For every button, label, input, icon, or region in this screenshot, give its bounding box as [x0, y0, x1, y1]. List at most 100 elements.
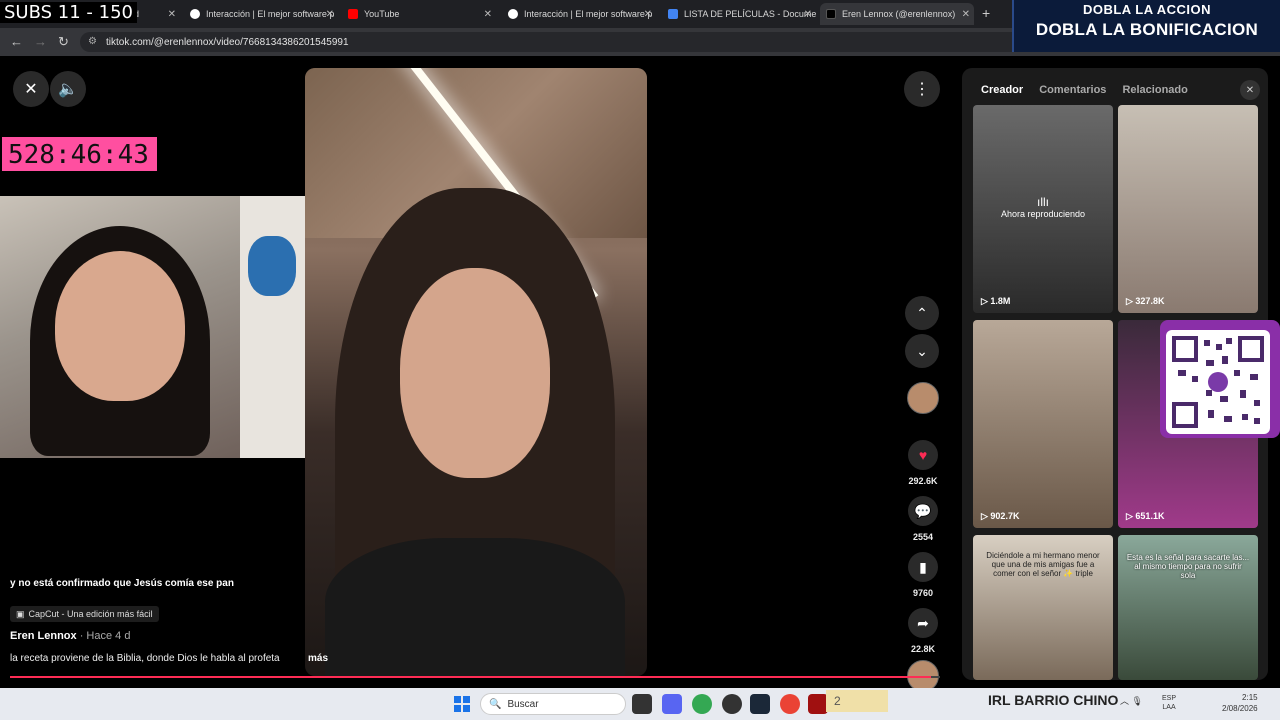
webcam-feed — [0, 196, 306, 458]
tab-lista-peliculas[interactable]: LISTA DE PELÍCULAS - Documen ✕ — [662, 3, 816, 25]
stream-banner: DOBLA LA ACCION DOBLA LA BONIFICACION — [1012, 0, 1280, 52]
video-person-shirt — [325, 538, 625, 676]
capcut-link[interactable]: ▣ CapCut - Una edición más fácil — [10, 606, 159, 622]
panel-close-button[interactable]: ✕ — [1240, 80, 1260, 100]
capcut-icon: ▣ — [16, 608, 25, 619]
new-tab-icon[interactable]: + — [982, 5, 990, 21]
creator-avatar[interactable] — [907, 382, 939, 414]
more-options-button[interactable]: ⋮ — [904, 71, 940, 107]
clock-date: 2/08/2026 — [1222, 704, 1258, 713]
tab-interaccion-2[interactable]: Interacción | El mejor software p ✕ — [502, 3, 656, 25]
tab-comentarios[interactable]: Comentarios — [1039, 84, 1106, 96]
game-icon[interactable] — [808, 694, 828, 714]
save-button[interactable]: ▮ — [908, 552, 938, 582]
heart-icon: ♥ — [918, 447, 928, 463]
comment-icon: 💬 — [914, 502, 932, 519]
tab-label: Interacción | El mejor software p — [524, 9, 653, 19]
tab-interaccion-1[interactable]: Interacción | El mejor software p ✕ — [184, 3, 338, 25]
tab-tiktok[interactable]: Eren Lennox (@erenlennox) ✕ — [820, 3, 974, 25]
stream-location-label: IRL BARRIO CHINO — [988, 692, 1119, 708]
site-info-icon[interactable]: ⚙ — [88, 36, 100, 48]
docs-icon — [668, 9, 678, 19]
tab-label: Eren Lennox (@erenlennox) — [842, 9, 956, 19]
banner-line-1: DOBLA LA ACCION — [1082, 2, 1212, 17]
thumb-views: ▷ 902.7K — [981, 511, 1019, 522]
close-icon[interactable]: ✕ — [168, 9, 176, 20]
banner-line-2: DOBLA LA BONIFICACION — [1035, 20, 1259, 39]
next-video-button[interactable]: ⌄ — [905, 334, 939, 368]
close-icon[interactable]: ✕ — [962, 9, 970, 20]
volume-button[interactable]: 🔈 — [50, 71, 86, 107]
windows-start-icon[interactable] — [454, 696, 470, 712]
bookmark-icon: ▮ — [919, 558, 927, 575]
discord-icon[interactable] — [662, 694, 682, 714]
subathon-timer: 528:46:43 — [2, 137, 157, 171]
play-icon: ▷ — [981, 296, 991, 306]
author-line[interactable]: Eren Lennox · Hace 4 d — [10, 630, 130, 642]
video-progress-bar[interactable] — [10, 676, 940, 678]
video-person-face — [400, 268, 550, 478]
video-caption: y no está confirmado que Jesús comía ese… — [10, 578, 310, 589]
taskbar-search[interactable]: 🔍 Buscar — [480, 693, 626, 715]
thumb-views: ▷ 651.1K — [1126, 511, 1164, 522]
share-button[interactable]: ➦ — [908, 608, 938, 638]
task-view-icon[interactable] — [632, 694, 652, 714]
close-player-button[interactable]: ✕ — [13, 71, 49, 107]
thumb-views: ▷ 1.8M — [981, 296, 1010, 307]
comment-button[interactable]: 💬 — [908, 496, 938, 526]
like-button[interactable]: ♥ — [908, 440, 938, 470]
save-count: 9760 — [912, 588, 934, 598]
action-rail: ♥ 292.6K 💬 2554 ▮ 9760 ➦ 22.8K — [900, 382, 946, 692]
reload-icon[interactable]: ↻ — [58, 34, 69, 50]
now-playing-text: Ahora reproduciendo — [1000, 209, 1086, 219]
progress-fill — [10, 676, 931, 678]
close-icon[interactable]: ✕ — [484, 9, 492, 20]
close-icon[interactable]: ✕ — [326, 9, 334, 20]
chrome-profile-icon[interactable] — [780, 694, 800, 714]
system-clock[interactable]: 2:15 2/08/2026 — [1222, 692, 1258, 714]
more-vertical-icon: ⋮ — [914, 81, 930, 98]
obs-icon[interactable] — [722, 694, 742, 714]
share-count: 22.8K — [910, 644, 936, 654]
notification-badge: 2 — [826, 690, 888, 712]
more-link[interactable]: más — [308, 653, 328, 664]
steam-icon[interactable] — [750, 694, 770, 714]
close-icon[interactable]: ✕ — [644, 9, 652, 20]
posted-time: · Hace 4 d — [79, 630, 131, 642]
youtube-icon — [348, 9, 358, 19]
thumb-2[interactable]: ▷ 327.8K — [1118, 105, 1258, 313]
views-count: 902.7K — [990, 511, 1020, 521]
equalizer-icon: ıllı — [1037, 195, 1049, 209]
previous-video-button[interactable]: ⌃ — [905, 296, 939, 330]
speaker-icon: 🔈 — [58, 81, 78, 98]
clock-time: 2:15 — [1242, 693, 1258, 702]
thumb-6[interactable]: Esta es la señal para sacarte las... al … — [1118, 535, 1258, 680]
tab-relacionado[interactable]: Relacionado — [1122, 84, 1187, 96]
panel-tabs: Creador Comentarios Relacionado — [981, 84, 1188, 96]
views-count: 1.8M — [990, 296, 1011, 306]
interaccion-icon — [508, 9, 518, 19]
chrome-icon[interactable] — [692, 694, 712, 714]
language-indicator[interactable]: ESP LAA — [1162, 694, 1176, 712]
author-name: Eren Lennox — [10, 630, 77, 642]
chevron-up-icon: ⌃ — [916, 304, 928, 321]
video-description: la receta proviene de la Biblia, donde D… — [10, 653, 280, 664]
forward-icon[interactable]: → — [34, 34, 47, 49]
thumb-5[interactable]: Diciéndole a mi hermano menor que una de… — [973, 535, 1113, 680]
close-icon[interactable]: ✕ — [804, 9, 812, 20]
thumb-3[interactable]: ▷ 902.7K — [973, 320, 1113, 528]
tiktok-video[interactable] — [305, 68, 647, 676]
tab-creador[interactable]: Creador — [981, 84, 1023, 96]
views-count: 327.8K — [1135, 296, 1165, 306]
views-count: 651.1K — [1135, 511, 1165, 521]
close-icon: ✕ — [1245, 84, 1255, 96]
play-icon: ▷ — [1126, 511, 1136, 521]
thumb-1[interactable]: ıllı Ahora reproduciendo ▷ 1.8M — [973, 105, 1113, 313]
back-icon[interactable]: ← — [10, 34, 23, 49]
play-icon: ▷ — [1126, 296, 1136, 306]
thumb-text: Diciéndole a mi hermano menor que una de… — [986, 551, 1100, 578]
system-tray[interactable]: ︿ 🎙 — [1120, 694, 1143, 707]
microphone-icon: 🎙 — [1131, 696, 1143, 706]
caption-text: y no está confirmado que Jesús comía ese… — [10, 578, 234, 589]
tab-youtube[interactable]: YouTube ✕ — [342, 3, 496, 25]
